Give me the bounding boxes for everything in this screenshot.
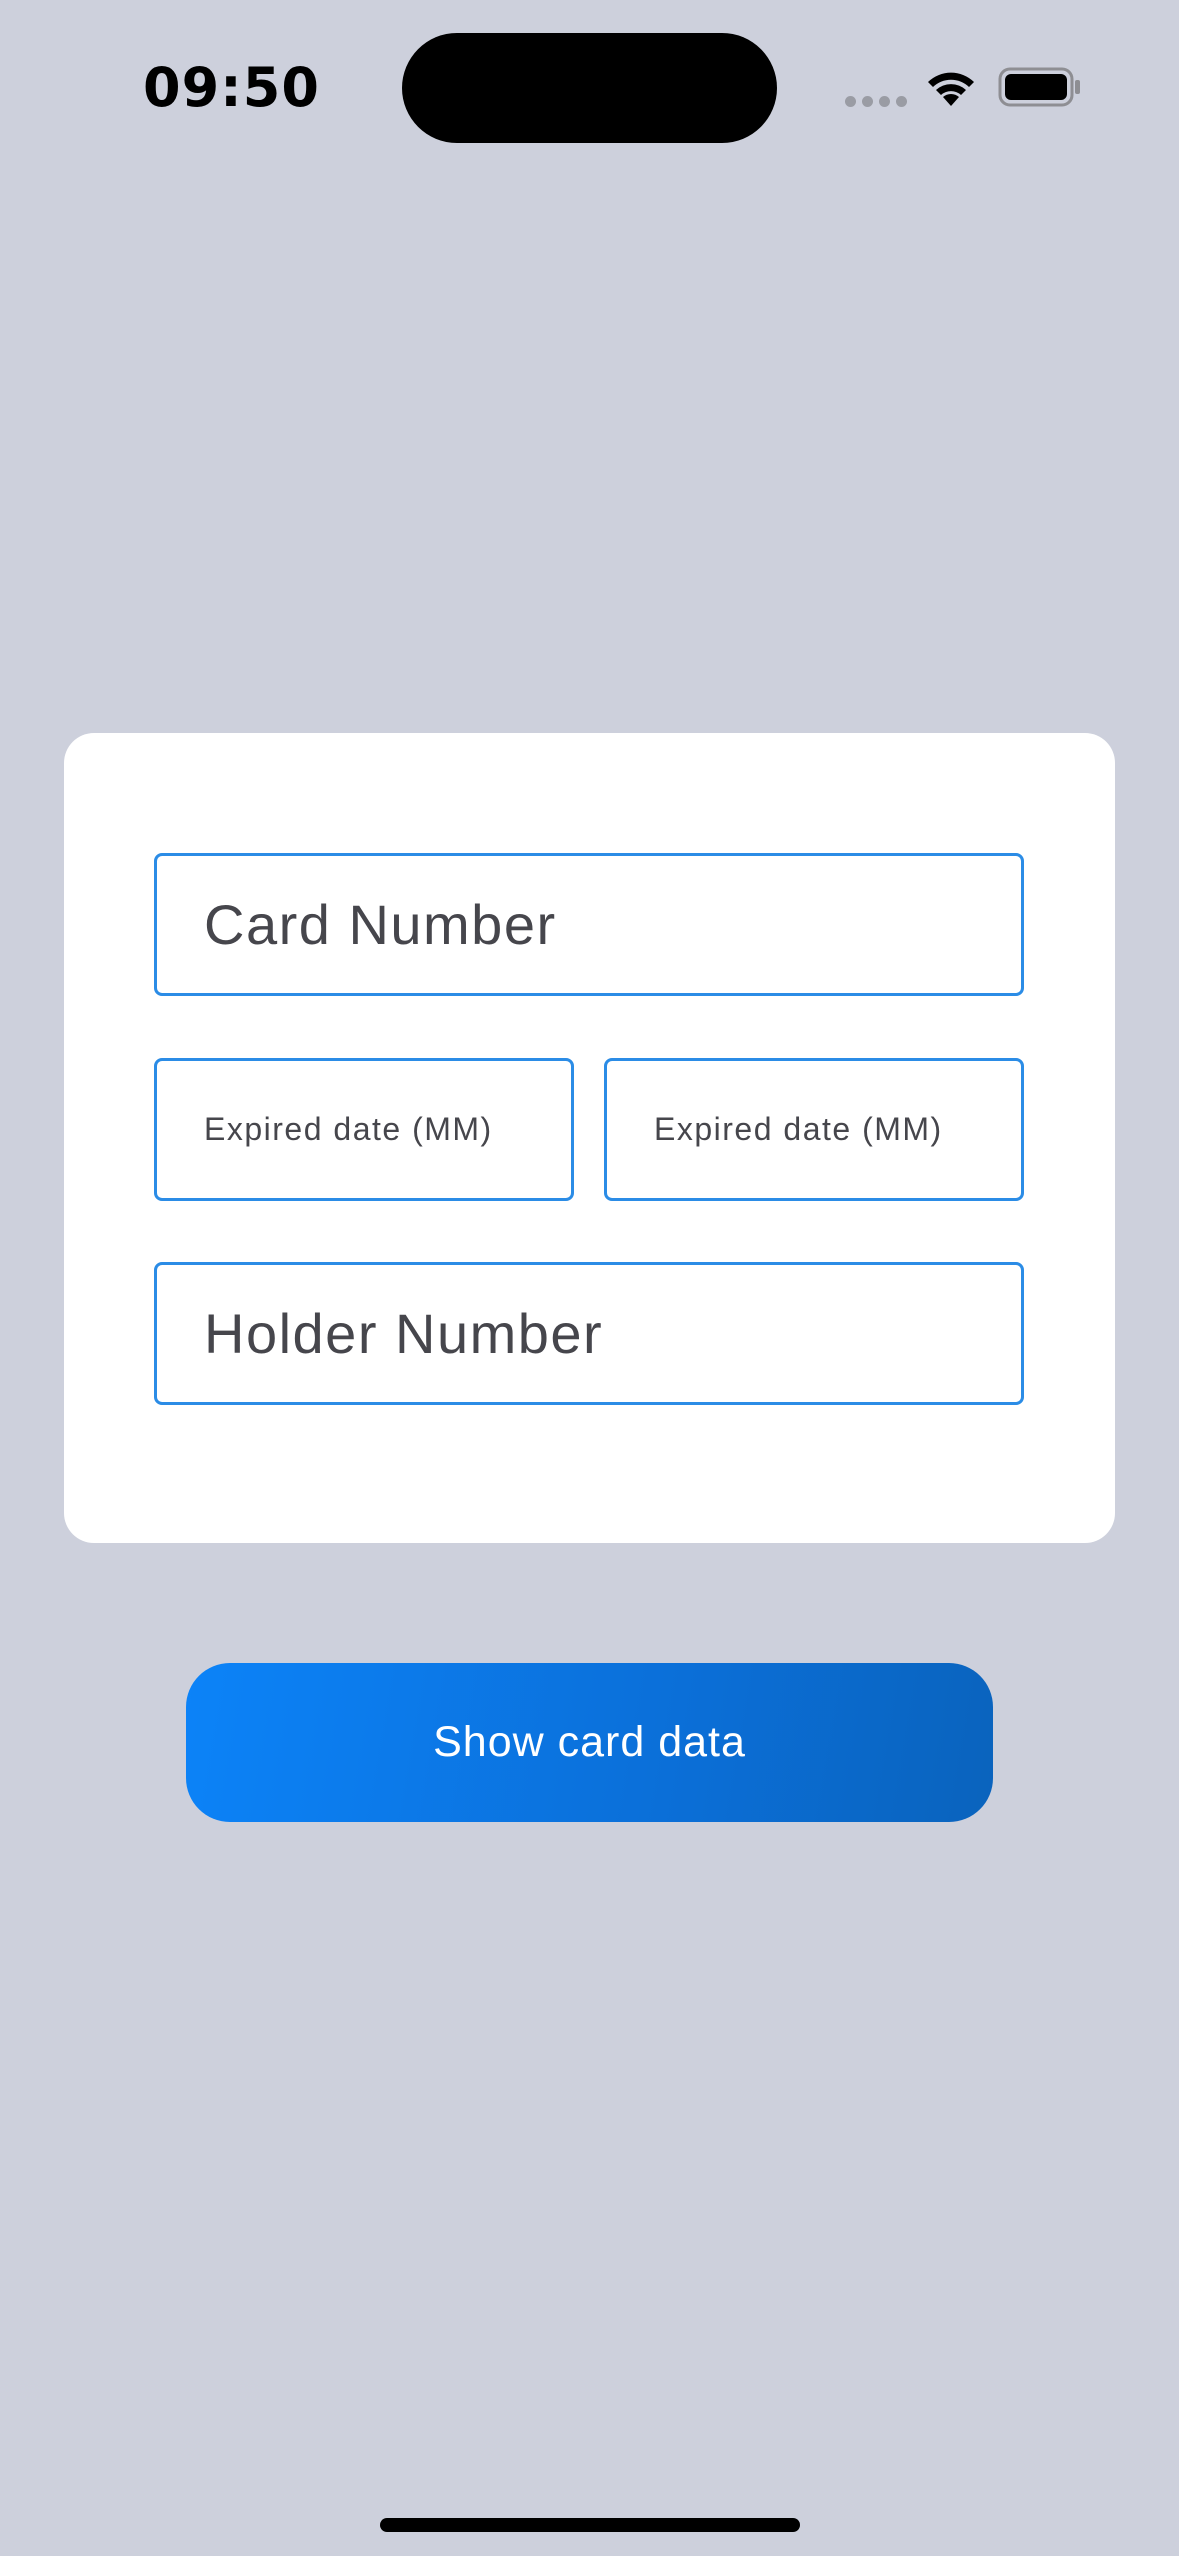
holder-number-input[interactable]: Holder Number <box>154 1262 1024 1405</box>
home-indicator[interactable] <box>380 2518 800 2532</box>
expiry-month-placeholder: Expired date (MM) <box>204 1111 493 1147</box>
cellular-signal-icon <box>845 96 907 108</box>
dynamic-island <box>402 33 777 143</box>
show-card-data-button[interactable]: Show card data <box>186 1663 993 1822</box>
status-bar: 09:50 <box>0 0 1179 170</box>
wifi-icon <box>928 72 974 106</box>
battery-icon <box>998 67 1080 107</box>
holder-number-placeholder: Holder Number <box>204 1302 604 1365</box>
status-time: 09:50 <box>143 56 320 119</box>
expiry-second-input[interactable]: Expired date (MM) <box>604 1058 1024 1201</box>
card-number-input[interactable]: Card Number <box>154 853 1024 996</box>
expiry-month-input[interactable]: Expired date (MM) <box>154 1058 574 1201</box>
card-form: Card Number Expired date (MM) Expired da… <box>64 733 1115 1543</box>
expiry-second-placeholder: Expired date (MM) <box>654 1111 943 1147</box>
card-number-placeholder: Card Number <box>204 893 557 956</box>
